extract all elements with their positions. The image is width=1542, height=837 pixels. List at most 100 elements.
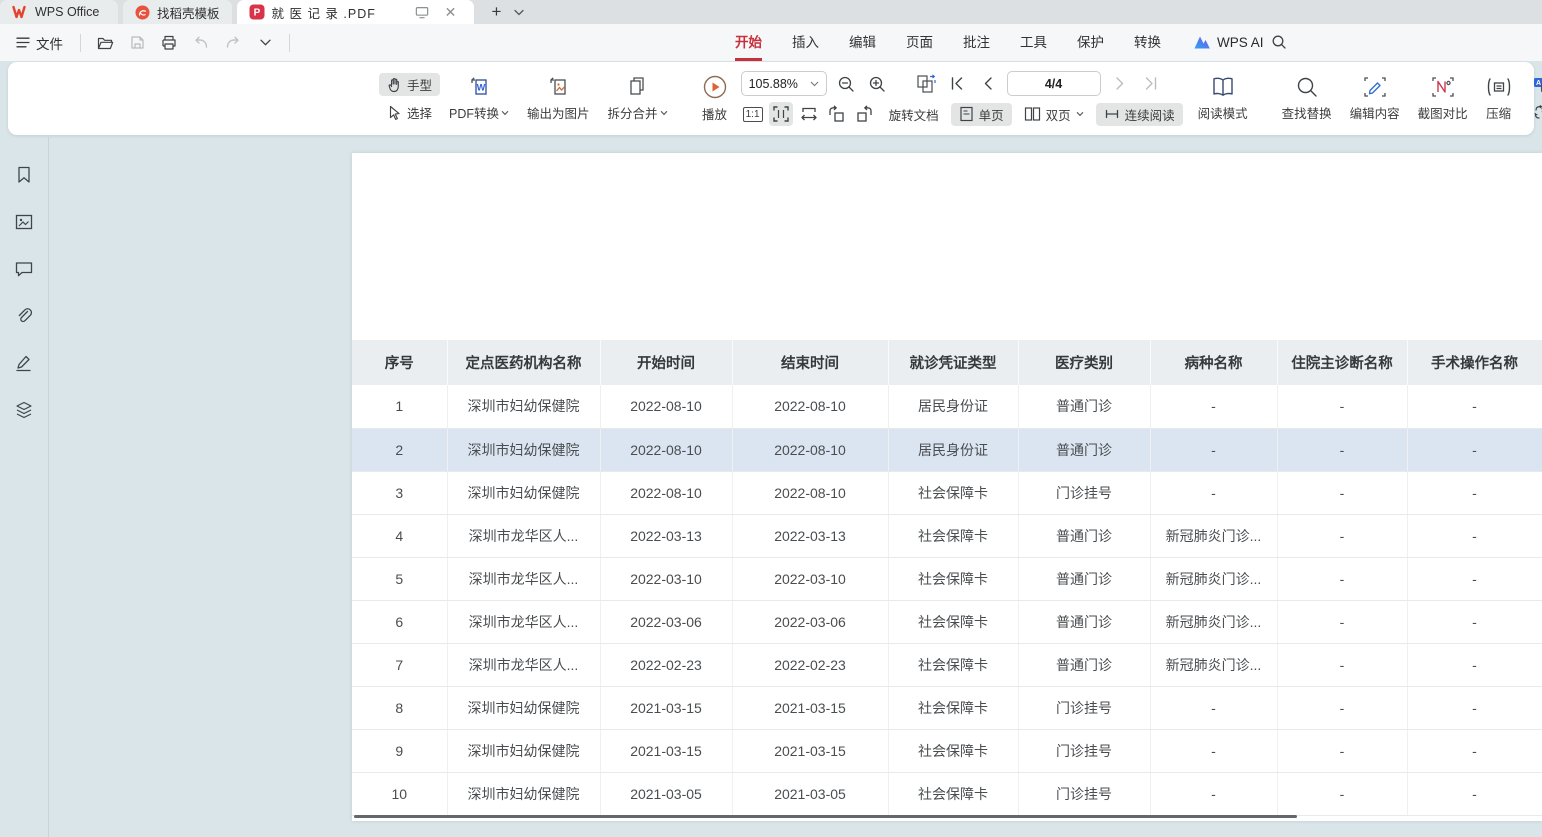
full-translation-button[interactable]: A字 全文翻译 — [1525, 73, 1542, 96]
table-cell: 社会保障卡 — [888, 772, 1018, 815]
open-file-button[interactable] — [92, 30, 118, 56]
comments-panel-button[interactable] — [10, 255, 38, 283]
table-cell: 3 — [352, 471, 447, 514]
menu-search-button[interactable] — [1266, 29, 1292, 55]
table-cell: 深圳市妇幼保健院 — [447, 471, 600, 514]
pdf-convert-button[interactable]: W PDF转换 — [440, 75, 518, 122]
zoom-out-button[interactable] — [834, 72, 858, 96]
swap-pages-button[interactable] — [914, 72, 938, 96]
menu-tab-转换[interactable]: 转换 — [1134, 24, 1161, 61]
fit-width-button[interactable] — [797, 102, 821, 126]
present-monitor-icon[interactable] — [411, 0, 433, 24]
select-tool-label: 选择 — [407, 103, 432, 122]
play-button[interactable]: 播放 — [693, 74, 737, 123]
save-icon — [130, 35, 145, 50]
compress-button[interactable]: 压缩 — [1477, 75, 1521, 122]
menubar: 文件 开始插入编辑页面批注工具保护转换 — [0, 24, 1542, 61]
table-cell: - — [1150, 729, 1277, 772]
rotate-right-button[interactable] — [853, 102, 877, 126]
edit-content-label: 编辑内容 — [1350, 103, 1400, 122]
actual-size-button[interactable]: 1:1 — [741, 102, 765, 126]
table-cell: 深圳市妇幼保健院 — [447, 729, 600, 772]
screenshot-compare-button[interactable]: 截图对比 — [1409, 75, 1477, 122]
tab-docer-templates[interactable]: 找稻壳模板 — [123, 0, 232, 24]
single-page-button[interactable]: 单页 — [951, 103, 1012, 126]
signature-pen-icon — [15, 354, 33, 372]
select-tool-button[interactable]: 选择 — [379, 101, 440, 124]
fit-page-button[interactable] — [769, 102, 793, 126]
page-indicator-input[interactable]: 4/4 — [1007, 71, 1101, 96]
next-page-button[interactable] — [1108, 72, 1132, 96]
print-button[interactable] — [156, 30, 182, 56]
table-cell: 普通门诊 — [1018, 643, 1150, 686]
continuous-read-button[interactable]: 连续阅读 — [1096, 103, 1183, 126]
zoom-level-input[interactable]: 105.88% — [741, 71, 827, 96]
document-area[interactable]: 序号定点医药机构名称开始时间结束时间就诊凭证类型医疗类别病种名称住院主诊断名称手… — [50, 137, 1542, 837]
file-menu-button[interactable]: 文件 — [10, 30, 69, 56]
export-image-button[interactable]: 输出为图片 — [518, 75, 599, 122]
table-bottom-scrollbar[interactable] — [354, 815, 1297, 818]
edit-content-button[interactable]: 编辑内容 — [1341, 75, 1409, 122]
zoom-page-group: 105.88% — [741, 71, 1183, 126]
export-image-icon — [546, 75, 570, 99]
read-mode-button[interactable]: 阅读模式 — [1189, 75, 1257, 122]
column-header: 序号 — [352, 340, 447, 385]
undo-button[interactable] — [188, 30, 214, 56]
table-cell: 2022-03-06 — [600, 600, 732, 643]
compress-icon — [1486, 75, 1512, 99]
table-cell: 2022-03-13 — [600, 514, 732, 557]
last-page-button[interactable] — [1139, 72, 1163, 96]
save-button[interactable] — [124, 30, 150, 56]
word-translation-button[interactable]: 字A 划词翻译 — [1525, 101, 1542, 124]
layers-panel-button[interactable] — [10, 396, 38, 424]
column-header: 手术操作名称 — [1407, 340, 1542, 385]
table-cell: 6 — [352, 600, 447, 643]
titlebar: WPS Office 找稻壳模板 P 就 医 记 录 .PDF ✕ + — [0, 0, 1542, 24]
rotate-document-button[interactable]: 旋转文档 — [881, 103, 947, 126]
rotate-document-label: 旋转文档 — [889, 105, 939, 124]
table-cell: 深圳市龙华区人... — [447, 643, 600, 686]
more-quick-actions-button[interactable] — [252, 30, 278, 56]
signature-panel-button[interactable] — [10, 349, 38, 377]
table-cell: 社会保障卡 — [888, 643, 1018, 686]
first-page-button[interactable] — [945, 72, 969, 96]
menu-tab-插入[interactable]: 插入 — [792, 24, 819, 61]
left-sidebar — [0, 137, 49, 837]
tab-document-active[interactable]: P 就 医 记 录 .PDF ✕ — [237, 0, 474, 24]
menu-tab-开始[interactable]: 开始 — [735, 24, 762, 61]
open-folder-icon — [97, 36, 114, 50]
attachments-panel-button[interactable] — [10, 302, 38, 330]
previous-page-button[interactable] — [976, 72, 1000, 96]
table-cell: 社会保障卡 — [888, 471, 1018, 514]
tab-wps-office[interactable]: WPS Office — [0, 0, 118, 24]
new-tab-button[interactable]: + — [486, 0, 508, 24]
page-indicator-value: 4/4 — [1045, 77, 1062, 91]
close-tab-icon[interactable]: ✕ — [440, 0, 462, 24]
hand-tool-label: 手型 — [407, 75, 432, 94]
bookmarks-panel-button[interactable] — [10, 161, 38, 189]
thumbnails-panel-button[interactable] — [10, 208, 38, 236]
rotate-left-button[interactable] — [825, 102, 849, 126]
find-replace-button[interactable]: 查找替换 — [1273, 75, 1341, 122]
first-page-icon — [950, 77, 964, 90]
menu-tab-页面[interactable]: 页面 — [906, 24, 933, 61]
split-merge-button[interactable]: 拆分合并 — [599, 75, 677, 122]
menu-tab-工具[interactable]: 工具 — [1020, 24, 1047, 61]
menu-tab-保护[interactable]: 保护 — [1077, 24, 1104, 61]
table-cell: 10 — [352, 772, 447, 815]
chevron-down-icon — [810, 81, 819, 87]
menu-tab-编辑[interactable]: 编辑 — [849, 24, 876, 61]
zoom-in-button[interactable] — [865, 72, 889, 96]
menu-tab-批注[interactable]: 批注 — [963, 24, 990, 61]
pdf-convert-icon: W — [467, 75, 491, 99]
table-cell: 2021-03-15 — [600, 729, 732, 772]
wps-ai-button[interactable]: WPS AI — [1193, 24, 1264, 61]
table-cell: 社会保障卡 — [888, 729, 1018, 772]
tab-list-chevron[interactable] — [508, 0, 530, 24]
table-row: 7深圳市龙华区人...2022-02-232022-02-23社会保障卡普通门诊… — [352, 643, 1542, 686]
hand-tool-button[interactable]: 手型 — [379, 73, 440, 96]
redo-button[interactable] — [220, 30, 246, 56]
printer-icon — [161, 35, 177, 50]
double-page-button[interactable]: 双页 — [1016, 103, 1092, 126]
play-label: 播放 — [702, 104, 727, 123]
